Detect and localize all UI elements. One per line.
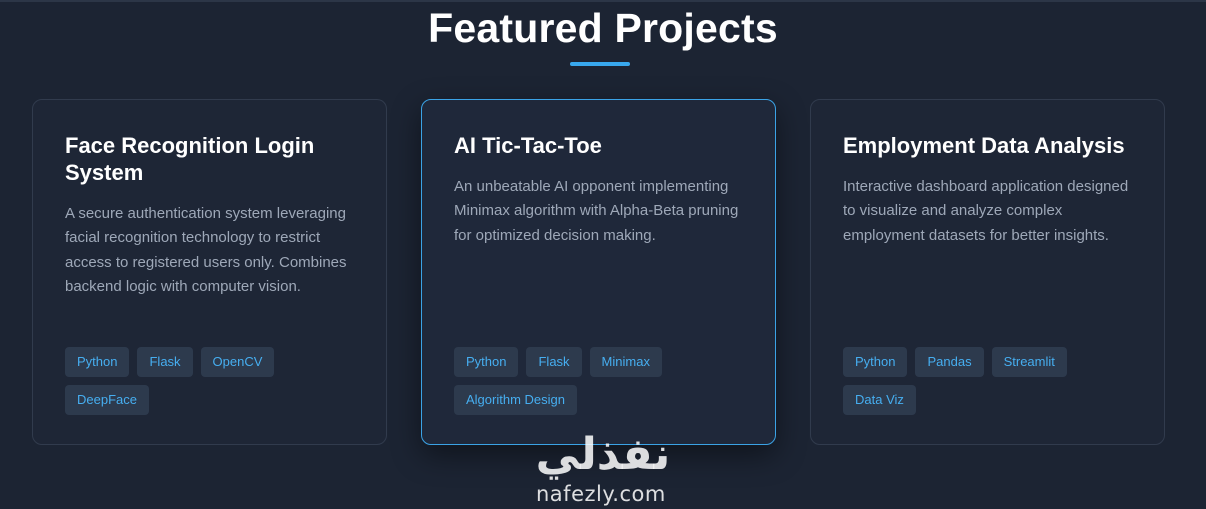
tag-data-viz: Data Viz bbox=[843, 385, 916, 415]
tag-deepface: DeepFace bbox=[65, 385, 149, 415]
project-description: A secure authentication system leveragin… bbox=[65, 205, 347, 295]
project-card-employment-analysis[interactable]: Employment Data Analysis Interactive das… bbox=[810, 99, 1165, 445]
tag-list: Python Flask Minimax Algorithm Design bbox=[454, 347, 754, 415]
section-title: Featured Projects bbox=[428, 5, 778, 51]
tag-list: Python Flask OpenCV DeepFace bbox=[65, 347, 365, 415]
tag-algorithm-design: Algorithm Design bbox=[454, 385, 577, 415]
project-card-tic-tac-toe[interactable]: AI Tic-Tac-Toe An unbeatable AI opponent… bbox=[421, 99, 776, 445]
project-title: AI Tic-Tac-Toe bbox=[454, 133, 602, 158]
nafezly-watermark: نفذلي nafezly.com bbox=[528, 430, 678, 509]
tag-python: Python bbox=[454, 347, 519, 377]
tag-python: Python bbox=[65, 347, 130, 377]
tag-streamlit: Streamlit bbox=[991, 347, 1067, 377]
watermark-arabic-text: نفذلي bbox=[535, 429, 671, 480]
tag-flask: Flask bbox=[526, 347, 582, 377]
tag-flask: Flask bbox=[137, 347, 193, 377]
title-underline bbox=[570, 62, 630, 66]
watermark-url-text: nafezly.com bbox=[536, 482, 666, 506]
tag-list: Python Pandas Streamlit Data Viz bbox=[843, 347, 1143, 415]
project-card-face-recognition[interactable]: Face Recognition Login System A secure a… bbox=[32, 99, 387, 445]
tag-minimax: Minimax bbox=[589, 347, 662, 377]
project-description: Interactive dashboard application design… bbox=[843, 178, 1129, 244]
project-description: An unbeatable AI opponent implementing M… bbox=[454, 178, 739, 244]
project-title: Face Recognition Login System bbox=[65, 133, 315, 185]
top-divider bbox=[0, 0, 1206, 2]
tag-python: Python bbox=[843, 347, 908, 377]
tag-opencv: OpenCV bbox=[200, 347, 275, 377]
tag-pandas: Pandas bbox=[915, 347, 984, 377]
project-title: Employment Data Analysis bbox=[843, 133, 1125, 158]
